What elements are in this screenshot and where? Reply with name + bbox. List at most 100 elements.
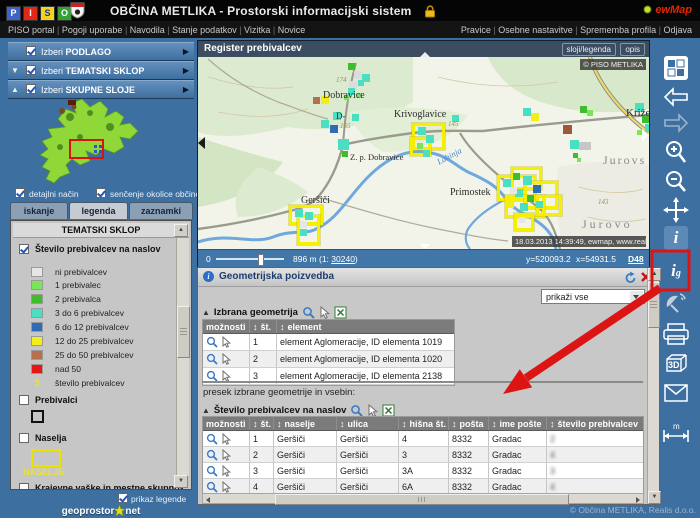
back-arrow-icon[interactable] (663, 87, 689, 107)
table-row[interactable]: 1 element Aglomeracije, ID elementa 1019 (203, 334, 454, 351)
select-row-icon[interactable] (221, 481, 231, 493)
3d-view-tool[interactable]: 3D (663, 352, 689, 376)
expand-arrow-icon[interactable]: ▶ (183, 66, 189, 75)
description-button[interactable]: opis (620, 43, 645, 56)
municipality-overview-map[interactable] (10, 97, 190, 186)
print-tool[interactable] (662, 322, 690, 346)
layer1-checkbox[interactable] (19, 244, 29, 254)
menu-piso-portal[interactable]: PISO portal (8, 25, 55, 35)
podlago-checkbox[interactable] (26, 46, 36, 56)
col-st[interactable]: ↕št. (250, 320, 277, 333)
panel-scroll-down-button[interactable]: ▼ (648, 491, 661, 504)
panel-scrollbar-thumb[interactable] (648, 282, 660, 328)
zoom-to-icon[interactable] (302, 306, 315, 319)
table-row[interactable]: 4 Geršiči Geršiči 6A 8332 Gradac 4 (203, 479, 643, 493)
table-row[interactable]: 2 element Aglomeracije, ID elementa 1020 (203, 351, 454, 368)
tab-zaznamki[interactable]: zaznamki (129, 202, 193, 219)
scroll-left-icon[interactable] (206, 497, 210, 503)
overview-map-tool[interactable] (663, 55, 689, 81)
logo-letter-s: S (40, 6, 55, 21)
export-icon[interactable] (334, 306, 347, 319)
horizontal-scrollbar-thumb[interactable] (275, 494, 569, 505)
col-element[interactable]: ↕element (277, 320, 454, 333)
panel-vertical-scrollbar[interactable]: ▲ ▼ (647, 268, 659, 504)
tab-iskanje[interactable]: iskanje (10, 202, 68, 219)
zoom-row-icon[interactable] (206, 353, 218, 365)
scroll-right-icon[interactable] (636, 497, 640, 503)
menu-vizitka[interactable]: Vizitka (237, 25, 271, 35)
legend-item-label: število prebivalcev (55, 378, 124, 388)
mail-tool[interactable] (664, 384, 688, 402)
zoom-row-icon[interactable] (206, 433, 218, 445)
pan-tool[interactable] (663, 197, 689, 223)
menu-stanje[interactable]: Stanje podatkov (165, 25, 237, 35)
gps-dish-icon[interactable] (663, 292, 689, 314)
population-square (563, 125, 572, 134)
menu-odjava[interactable]: Odjava (656, 25, 692, 35)
info-icon: i (203, 271, 214, 282)
expand-arrow-icon[interactable]: ▶ (183, 47, 189, 56)
table-row[interactable]: 3 Geršiči Geršiči 3A 8332 Gradac 3 (203, 463, 643, 479)
legend-scroll-down-button[interactable]: ▼ (174, 475, 188, 488)
refresh-icon[interactable] (624, 271, 637, 284)
legend-scrollbar-thumb[interactable] (177, 306, 190, 358)
shading-checkbox[interactable] (96, 188, 106, 198)
select-row-icon[interactable] (221, 449, 231, 461)
query-panel-header[interactable]: i Geometrijska poizvedba (198, 268, 659, 287)
show-legend-checkbox[interactable] (118, 493, 128, 503)
zoom-row-icon[interactable] (206, 481, 218, 493)
geoprostor-logo[interactable]: geoprostornet (10, 505, 192, 517)
collapse-icon[interactable]: ▲ (202, 406, 210, 415)
layer3-checkbox[interactable] (19, 433, 29, 443)
horizontal-scrollbar[interactable] (202, 493, 644, 504)
section-podlago[interactable]: Izberi PODLAGO ▶ (8, 42, 194, 61)
legend-item-label: 25 do 50 prebivalcev (55, 350, 133, 360)
table-row[interactable]: 2 Geršiči Geršiči 3 8332 Gradac 4 (203, 447, 643, 463)
table-row[interactable]: 1 Geršiči Geršiči 4 8332 Gradac 2 (203, 431, 643, 447)
layer2-checkbox[interactable] (19, 395, 29, 405)
dropdown-arrow-icon[interactable] (630, 291, 643, 302)
detail-mode-checkbox[interactable] (15, 188, 25, 198)
zoom-row-icon[interactable] (206, 449, 218, 461)
select-row-icon[interactable] (221, 353, 231, 365)
geometry-query-tool[interactable]: ig (664, 257, 688, 285)
map-canvas[interactable]: Dobravice D- Z. p. Dobravice Geršiči Kri… (198, 57, 649, 249)
panel-scroll-up-button[interactable]: ▲ (648, 268, 661, 281)
layers-legend-button[interactable]: sloji/legenda (562, 43, 616, 56)
measure-tool[interactable]: m (661, 424, 691, 444)
zoom-in-tool[interactable] (665, 140, 687, 166)
filter-dropdown[interactable]: prikaži vse (541, 289, 645, 304)
select-row-icon[interactable] (221, 336, 231, 348)
zoom-out-tool[interactable] (665, 170, 687, 194)
datum-link[interactable]: D48 (628, 254, 644, 264)
forward-arrow-icon[interactable] (663, 113, 689, 133)
skupni-checkbox[interactable] (26, 84, 36, 94)
section-tematski-sklop[interactable]: ▼ Izberi TEMATSKI SKLOP ▶ (8, 61, 194, 80)
menu-nastavitve[interactable]: Osebne nastavitve (491, 25, 573, 35)
collapse-icon[interactable]: ▲ (202, 308, 210, 317)
scale-slider-thumb[interactable] (258, 254, 264, 266)
scale-value-link[interactable]: 30240 (331, 254, 355, 264)
menu-pogoji[interactable]: Pogoji uporabe (55, 25, 123, 35)
menu-navodila[interactable]: Navodila (122, 25, 164, 35)
coord-x: x=54931.5 (576, 254, 616, 264)
layer4-checkbox[interactable] (19, 483, 29, 490)
select-row-icon[interactable] (221, 465, 231, 477)
menu-novice[interactable]: Novice (270, 25, 305, 35)
select-cursor-icon[interactable] (319, 306, 330, 319)
col-moznosti[interactable]: možnosti (203, 320, 250, 333)
panel-collapse-handle-left[interactable] (198, 137, 205, 149)
tab-legenda[interactable]: legenda (69, 202, 128, 219)
menu-pravice[interactable]: Pravice (461, 25, 491, 35)
menu-profil[interactable]: Sprememba profila (573, 25, 656, 35)
panel-collapse-handle-right[interactable] (642, 129, 649, 141)
select-row-icon[interactable] (221, 433, 231, 445)
scale-slider-track[interactable] (216, 258, 284, 260)
zoom-row-icon[interactable] (206, 465, 218, 477)
tematski-checkbox[interactable] (26, 65, 36, 75)
zoom-row-icon[interactable] (206, 336, 218, 348)
legend-scroll-up-button[interactable]: ▲ (174, 224, 188, 237)
legend-scrollbar[interactable] (176, 238, 189, 476)
identify-tool[interactable]: i (664, 226, 688, 250)
expand-arrow-icon[interactable]: ▶ (183, 85, 189, 94)
